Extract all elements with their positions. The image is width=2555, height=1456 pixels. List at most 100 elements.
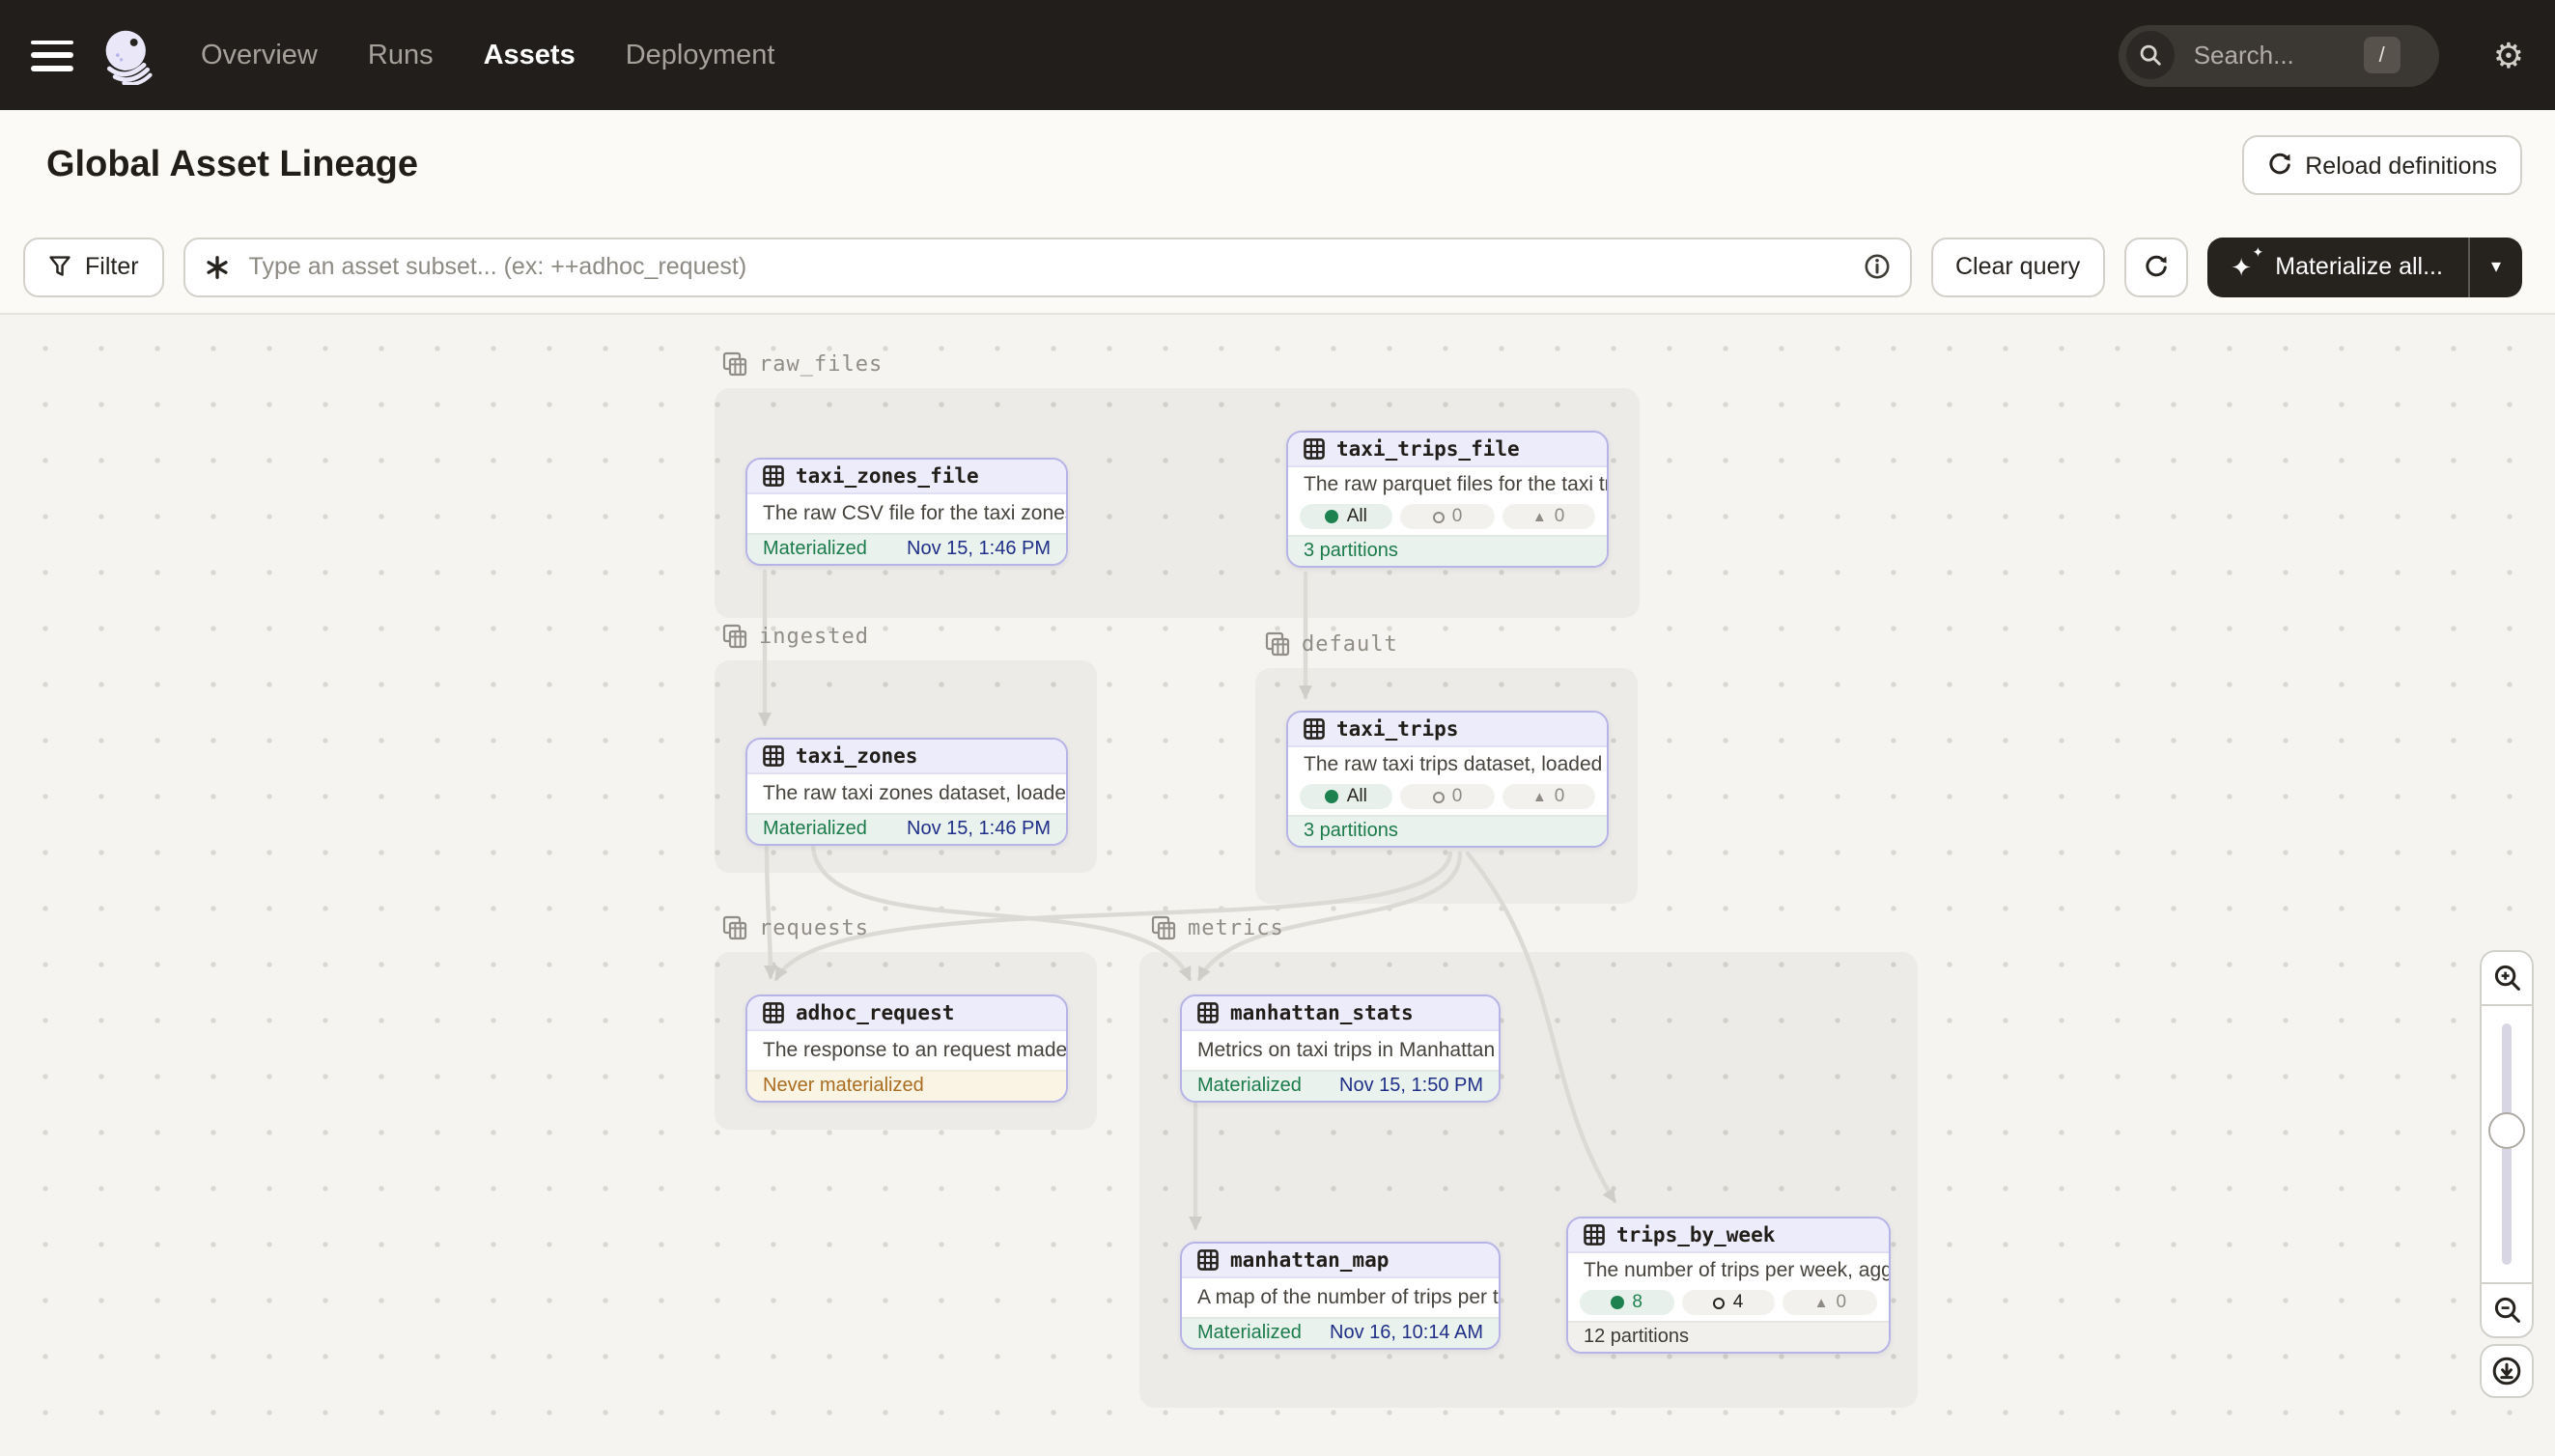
dot-icon [1326, 790, 1339, 803]
status-label: Never materialized [763, 1076, 924, 1097]
group-label-default[interactable]: default [1265, 631, 1398, 657]
materialized-time: Nov 15, 1:46 PM [907, 539, 1051, 560]
filter-button[interactable]: Filter [23, 237, 164, 296]
ring-icon [1433, 791, 1445, 802]
asset-group-icon [722, 915, 747, 940]
partitions-count: 3 partitions [1304, 541, 1398, 562]
table-icon [1304, 438, 1325, 460]
download-image-button[interactable] [2480, 1344, 2534, 1398]
group-label-requests[interactable]: requests [722, 915, 869, 940]
asset-description: The raw taxi zones dataset, loaded int..… [747, 774, 1066, 813]
triangle-icon: ▲ [1532, 510, 1547, 524]
lineage-canvas[interactable]: raw_files ingested default requests metr… [0, 315, 2555, 1456]
gear-icon[interactable]: ⚙ [2493, 38, 2524, 72]
refresh-icon [2266, 153, 2291, 178]
group-label-raw-files[interactable]: raw_files [722, 351, 883, 377]
nav-link-runs[interactable]: Runs [368, 40, 434, 70]
asset-node-manhattan-stats[interactable]: manhattan_stats Metrics on taxi trips in… [1180, 994, 1501, 1103]
partitions-materialized-pill[interactable]: All [1300, 784, 1393, 809]
asset-description: A map of the number of trips per taxi z.… [1182, 1278, 1499, 1317]
partitions-missing-pill[interactable]: ▲0 [1783, 1290, 1877, 1315]
slash-shortcut-badge: / [2364, 37, 2401, 73]
asset-node-taxi-zones-file[interactable]: taxi_zones_file The raw CSV file for the… [745, 458, 1068, 566]
group-label-ingested[interactable]: ingested [722, 624, 869, 649]
search-icon [2126, 31, 2175, 79]
asset-name: taxi_zones [796, 744, 917, 768]
zoom-out-icon [2492, 1296, 2521, 1325]
partitions-failed-pill[interactable]: 0 [1401, 504, 1495, 529]
asset-group-icon [1265, 631, 1290, 657]
ring-icon [1714, 1297, 1726, 1308]
info-icon[interactable] [1863, 253, 1890, 280]
refresh-icon [2144, 254, 2169, 279]
table-icon [1584, 1224, 1605, 1246]
asset-selection-icon [205, 254, 230, 279]
asset-query-input[interactable] [245, 251, 1847, 282]
asset-node-manhattan-map[interactable]: manhattan_map A map of the number of tri… [1180, 1242, 1501, 1350]
dagster-logo[interactable] [100, 26, 158, 84]
asset-node-trips-by-week[interactable]: trips_by_week The number of trips per we… [1566, 1217, 1891, 1354]
asset-query-field[interactable] [183, 237, 1911, 296]
asset-name: manhattan_map [1230, 1248, 1389, 1272]
menu-icon[interactable] [31, 40, 73, 70]
materialized-time: Nov 15, 1:46 PM [907, 819, 1051, 840]
zoom-in-button[interactable] [2482, 952, 2532, 1004]
nav-link-overview[interactable]: Overview [201, 40, 318, 70]
partitions-failed-pill[interactable]: 4 [1681, 1290, 1775, 1315]
clear-query-button[interactable]: Clear query [1930, 237, 2105, 296]
materialized-time: Nov 15, 1:50 PM [1339, 1076, 1483, 1097]
reload-definitions-button[interactable]: Reload definitions [2241, 135, 2522, 195]
asset-group-icon [722, 351, 747, 377]
search-input[interactable] [2190, 39, 2364, 71]
zoom-in-icon [2492, 964, 2521, 993]
asset-name: taxi_trips_file [1336, 437, 1520, 461]
zoom-out-button[interactable] [2482, 1284, 2532, 1336]
table-icon [1304, 718, 1325, 740]
materialize-dropdown-toggle[interactable]: ▾ [2468, 237, 2522, 296]
nav-links: Overview Runs Assets Deployment [201, 40, 774, 70]
lineage-toolbar: Filter Clear query ✦✦ Materialize all...… [0, 220, 2555, 315]
zoom-slider-handle[interactable] [2488, 1112, 2525, 1149]
partitions-missing-pill[interactable]: ▲0 [1502, 504, 1595, 529]
group-label-metrics[interactable]: metrics [1151, 915, 1284, 940]
asset-node-adhoc-request[interactable]: adhoc_request The response to an request… [745, 994, 1068, 1103]
table-icon [1197, 1249, 1219, 1271]
zoom-slider[interactable] [2482, 1004, 2532, 1284]
ring-icon [1433, 511, 1445, 522]
table-icon [763, 1002, 784, 1023]
status-label: Materialized [763, 819, 867, 840]
dagster-app: Overview Runs Assets Deployment / ⚙ Glob… [0, 0, 2555, 1456]
partitions-count: 3 partitions [1304, 821, 1398, 842]
caret-down-icon: ▾ [2491, 256, 2501, 277]
filter-icon [48, 255, 71, 278]
partition-health-pills: All 0 ▲0 [1288, 782, 1607, 815]
asset-description: The response to an request made in th... [747, 1031, 1066, 1070]
partition-health-pills: All 0 ▲0 [1288, 502, 1607, 535]
partitions-missing-pill[interactable]: ▲0 [1502, 784, 1595, 809]
asset-group-icon [1151, 915, 1176, 940]
page-title: Global Asset Lineage [46, 144, 2241, 186]
nav-link-deployment[interactable]: Deployment [626, 40, 775, 70]
page-header: Global Asset Lineage Reload definitions [0, 110, 2555, 220]
partitions-materialized-pill[interactable]: All [1300, 504, 1393, 529]
asset-description: The number of trips per week, aggreg... [1568, 1253, 1889, 1288]
status-label: Materialized [1197, 1323, 1302, 1344]
partitions-materialized-pill[interactable]: 8 [1580, 1290, 1673, 1315]
download-icon [2491, 1356, 2522, 1386]
asset-description: The raw parquet files for the taxi trips… [1288, 467, 1607, 502]
partitions-failed-pill[interactable]: 0 [1401, 784, 1495, 809]
asset-node-taxi-zones[interactable]: taxi_zones The raw taxi zones dataset, l… [745, 738, 1068, 846]
asset-name: manhattan_stats [1230, 1001, 1414, 1024]
asset-description: The raw taxi trips dataset, loaded into … [1288, 747, 1607, 782]
asset-node-taxi-trips[interactable]: taxi_trips The raw taxi trips dataset, l… [1286, 711, 1609, 848]
zoom-controls [2480, 950, 2534, 1338]
refresh-query-button[interactable] [2124, 237, 2188, 296]
global-search[interactable]: / [2119, 24, 2439, 86]
asset-name: taxi_zones_file [796, 464, 979, 488]
asset-node-taxi-trips-file[interactable]: taxi_trips_file The raw parquet files fo… [1286, 431, 1609, 568]
materialize-all-button[interactable]: ✦✦ Materialize all... ▾ [2207, 237, 2522, 296]
nav-link-assets[interactable]: Assets [484, 40, 576, 70]
dot-icon [1326, 510, 1339, 523]
asset-description: Metrics on taxi trips in Manhattan [1182, 1031, 1499, 1070]
status-label: Materialized [763, 539, 867, 560]
